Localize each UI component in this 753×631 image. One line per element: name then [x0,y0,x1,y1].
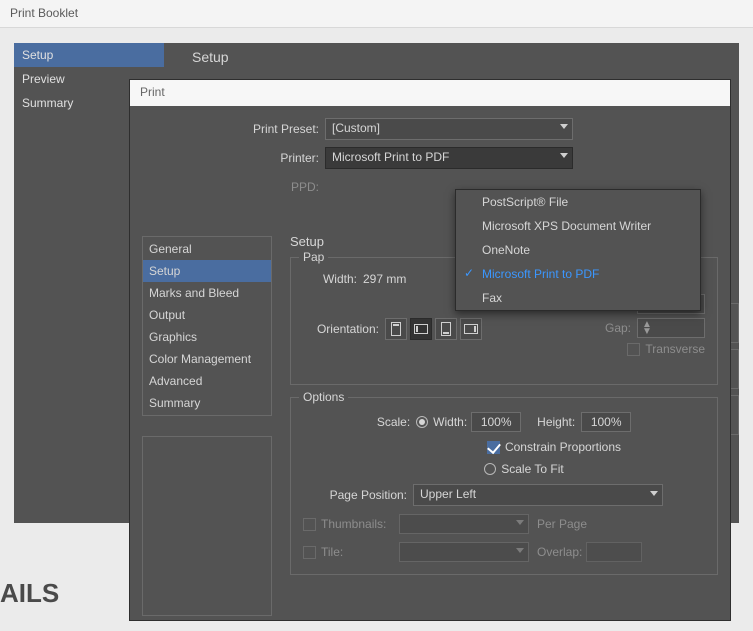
tile-checkbox[interactable] [303,546,316,559]
scale-height-input[interactable]: 100% [581,412,631,432]
scale-width-radio[interactable] [416,416,428,428]
printer-option-onenote[interactable]: OneNote [456,238,700,262]
chevron-down-icon [516,520,524,525]
thumbnails-label: Thumbnails: [321,517,399,531]
overlap-label: Overlap: [529,545,582,559]
print-category-list: General Setup Marks and Bleed Output Gra… [142,236,272,416]
chevron-down-icon [650,491,658,496]
transverse-checkbox[interactable] [627,343,640,356]
paper-width-value: 297 mm [363,272,443,286]
cat-graphics[interactable]: Graphics [143,326,271,348]
options-legend: Options [299,390,348,404]
cat-setup[interactable]: Setup [143,260,271,282]
overlap-input[interactable] [586,542,642,562]
print-title: Print [130,80,730,106]
tile-label: Tile: [321,545,399,559]
options-group: Options Scale: Width: 100% Height: 100% … [290,397,718,575]
thumbnails-checkbox[interactable] [303,518,316,531]
transverse-label: Transverse [645,342,705,356]
scale-label: Scale: [377,415,416,429]
page-position-value: Upper Left [420,487,476,501]
printer-select[interactable]: Microsoft Print to PDF [325,147,573,169]
orient-rev-landscape-button[interactable] [460,318,482,340]
scale-width-input[interactable]: 100% [471,412,521,432]
scale-to-fit-radio[interactable] [484,463,496,475]
printer-dropdown-popup: PostScript® File Microsoft XPS Document … [455,189,701,311]
printer-option-xps[interactable]: Microsoft XPS Document Writer [456,214,700,238]
cat-advanced[interactable]: Advanced [143,370,271,392]
cat-summary[interactable]: Summary [143,392,271,414]
print-dialog: Print Print Preset: [Custom] Printer: Mi… [130,80,730,620]
page-preview-box [142,436,272,616]
print-preset-label: Print Preset: [130,122,325,136]
cat-marks[interactable]: Marks and Bleed [143,282,271,304]
page-position-select[interactable]: Upper Left [413,484,663,506]
paper-size-legend: Pap [299,250,328,264]
scale-height-label: Height: [521,415,581,429]
per-page-label: Per Page [529,517,587,531]
print-preset-select[interactable]: [Custom] [325,118,573,140]
background-text-partial: AILS [0,578,59,609]
orient-rev-portrait-button[interactable] [435,318,457,340]
booklet-title: Print Booklet [0,0,753,28]
booklet-tab-setup[interactable]: Setup [14,43,164,67]
orient-portrait-button[interactable] [385,318,407,340]
printer-option-postscript[interactable]: PostScript® File [456,190,700,214]
constrain-checkbox[interactable] [487,441,500,454]
orient-landscape-button[interactable] [410,318,432,340]
thumbnails-select[interactable] [399,514,529,534]
printer-label: Printer: [130,151,325,165]
booklet-heading: Setup [192,49,229,65]
printer-value: Microsoft Print to PDF [332,150,449,164]
chevron-down-icon [516,548,524,553]
scale-width-label: Width: [433,415,471,429]
tile-select[interactable] [399,542,529,562]
scale-to-fit-label: Scale To Fit [501,462,563,476]
gap-spinner[interactable]: ▲▼ [637,318,705,338]
constrain-label: Constrain Proportions [505,440,621,454]
cat-output[interactable]: Output [143,304,271,326]
page-position-label: Page Position: [303,488,413,502]
printer-option-ms-pdf[interactable]: Microsoft Print to PDF [456,262,700,286]
print-preset-value: [Custom] [332,121,380,135]
cat-general[interactable]: General [143,238,271,260]
chevron-down-icon [560,153,568,158]
paper-width-label: Width: [303,272,363,286]
ppd-label: PPD: [130,180,325,194]
gap-label: Gap: [605,321,637,335]
orientation-label: Orientation: [303,322,385,336]
cat-color[interactable]: Color Management [143,348,271,370]
chevron-down-icon [560,124,568,129]
printer-option-fax[interactable]: Fax [456,286,700,310]
